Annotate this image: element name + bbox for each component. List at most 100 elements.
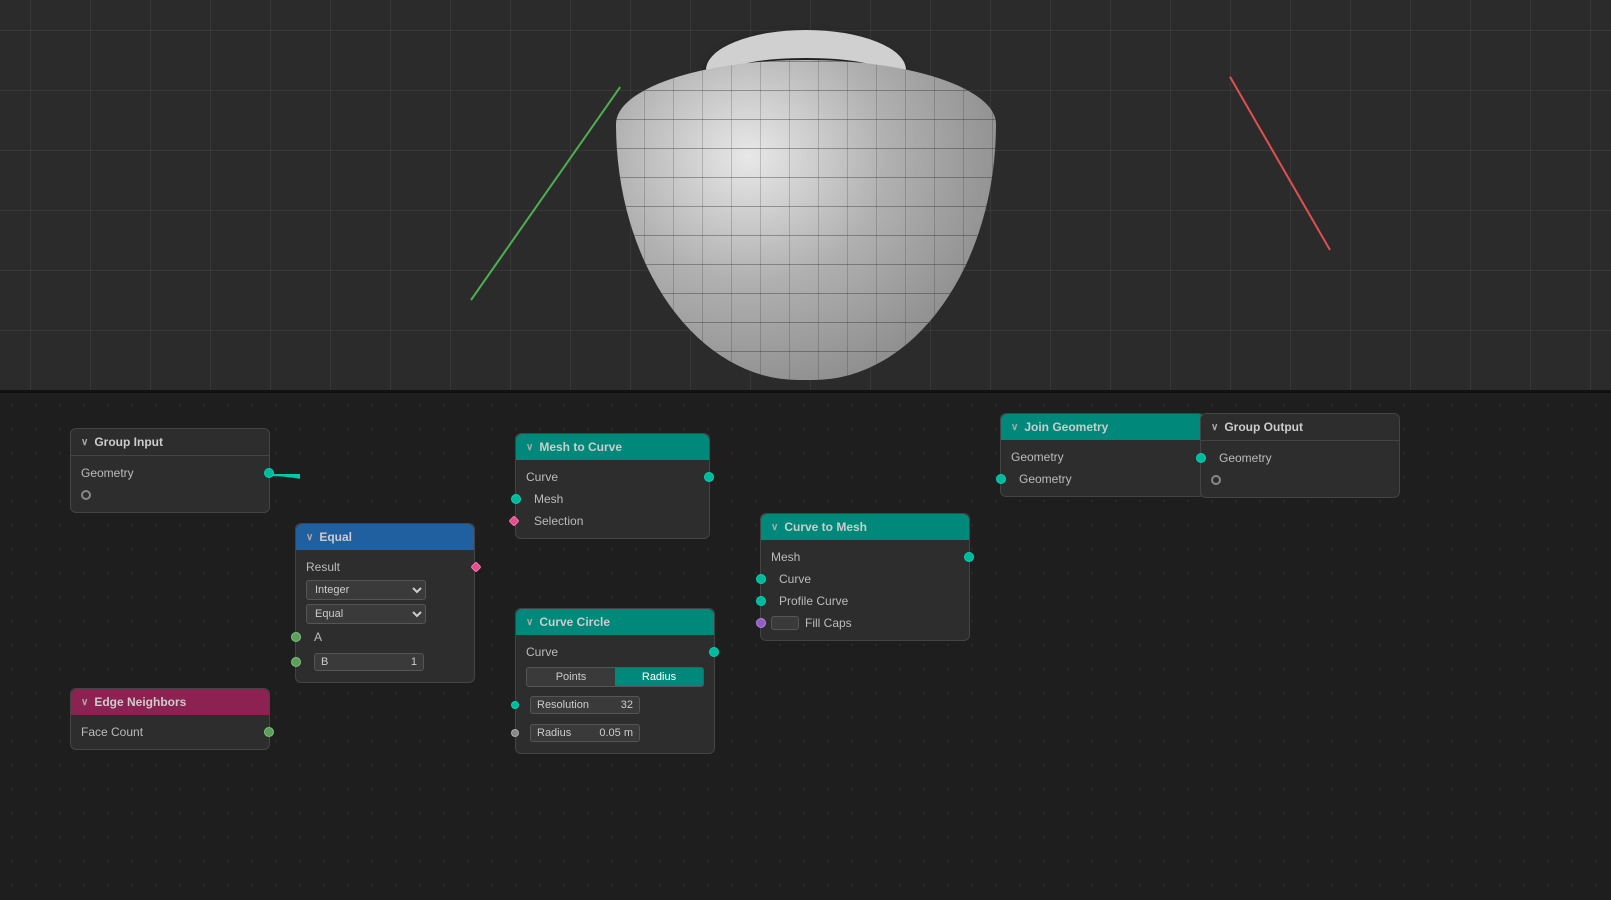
equal-result-row: Result — [296, 556, 474, 578]
ctm-mesh-label: Mesh — [771, 550, 959, 564]
go-geometry-input: Geometry — [1201, 447, 1399, 469]
resolution-field[interactable]: Resolution 32 — [530, 696, 640, 714]
result-label: Result — [306, 560, 464, 574]
node-join-geometry: ∨ Join Geometry Geometry Geometry — [1000, 413, 1205, 497]
mesh-to-curve-header: ∨ Mesh to Curve — [516, 434, 709, 460]
group-input-header: ∨ Group Input — [71, 429, 269, 456]
bowl-mesh — [616, 60, 996, 380]
cc-curve-output: Curve — [516, 641, 714, 663]
ctm-curve-input-label: Curve — [771, 572, 959, 586]
radius-row: Radius 0.05 m — [516, 719, 714, 747]
curve-to-mesh-title: Curve to Mesh — [784, 520, 867, 534]
go-bottom-socket — [1211, 475, 1221, 485]
3d-object — [616, 20, 996, 380]
mesh-input-socket — [511, 494, 521, 504]
points-radius-toggle[interactable]: Points Radius — [526, 667, 704, 687]
curve-output-label: Curve — [526, 470, 699, 484]
group-input-body: Geometry — [71, 456, 269, 512]
go-geo-socket — [1196, 453, 1206, 463]
geometry-label: Geometry — [81, 466, 259, 480]
ctm-curve-input-socket — [756, 574, 766, 584]
node-editor[interactable]: ∨ Group Input Geometry ∨ Edge Neighbors … — [0, 393, 1611, 900]
face-count-row: Face Count — [71, 721, 269, 743]
mtc-mesh-input: Mesh — [516, 488, 709, 510]
ctm-curve-input: Curve — [761, 568, 969, 590]
curve-circle-title: Curve Circle — [539, 615, 610, 629]
node-group-output: ∨ Group Output Geometry — [1200, 413, 1400, 498]
group-input-title: Group Input — [94, 435, 163, 449]
face-count-label: Face Count — [81, 725, 259, 739]
b-value-field[interactable]: B 1 — [314, 653, 424, 671]
curve-to-mesh-body: Mesh Curve Profile Curve Fill Caps — [761, 540, 969, 640]
resolution-socket — [511, 701, 519, 709]
join-geometry-body: Geometry Geometry — [1001, 440, 1204, 496]
node-curve-to-mesh: ∨ Curve to Mesh Mesh Curve Profile Curve… — [760, 513, 970, 641]
mesh-input-label: Mesh — [526, 492, 699, 506]
curve-output-socket — [704, 472, 714, 482]
bottom-socket — [81, 490, 91, 500]
curve-circle-header: ∨ Curve Circle — [516, 609, 714, 635]
equal-b-row: B 1 — [296, 648, 474, 676]
mtc-curve-output: Curve — [516, 466, 709, 488]
group-output-body: Geometry — [1201, 441, 1399, 497]
curve-to-mesh-header: ∨ Curve to Mesh — [761, 514, 969, 540]
jg-geo-in-socket — [996, 474, 1006, 484]
chevron-icon-2: ∨ — [81, 697, 88, 708]
mtc-selection-input: Selection — [516, 510, 709, 532]
radius-field[interactable]: Radius 0.05 m — [530, 724, 640, 742]
jg-geometry-input: Geometry — [1001, 468, 1204, 490]
jg-geo-out-label: Geometry — [1011, 450, 1194, 464]
chevron-icon-7: ∨ — [1011, 422, 1018, 433]
ctm-mesh-socket — [964, 552, 974, 562]
group-input-bottom-row — [71, 484, 269, 506]
go-bottom-row — [1201, 469, 1399, 491]
jg-geometry-output: Geometry — [1001, 446, 1204, 468]
radius-label: Radius — [537, 727, 571, 739]
resolution-row: Resolution 32 — [516, 691, 714, 719]
ctm-profile-socket — [756, 596, 766, 606]
equal-title: Equal — [319, 530, 352, 544]
fill-caps-toggle[interactable] — [771, 616, 799, 630]
equal-header: ∨ Equal — [296, 524, 474, 550]
cc-curve-label: Curve — [526, 645, 704, 659]
ctm-profile-label: Profile Curve — [771, 594, 959, 608]
radius-button[interactable]: Radius — [615, 668, 703, 686]
chevron-icon-5: ∨ — [526, 617, 533, 628]
edge-neighbors-title: Edge Neighbors — [94, 695, 186, 709]
a-label: A — [306, 630, 464, 644]
ctm-mesh-output: Mesh — [761, 546, 969, 568]
resolution-value: 32 — [621, 699, 633, 711]
b-value: 1 — [411, 656, 417, 668]
cc-curve-socket — [709, 647, 719, 657]
b-input-socket — [291, 657, 301, 667]
viewport-3d[interactable] — [0, 0, 1611, 390]
equal-body: Result Integer Float Equal Not Equal A B… — [296, 550, 474, 682]
join-geometry-title: Join Geometry — [1024, 420, 1108, 434]
selection-input-socket — [508, 515, 519, 526]
points-button[interactable]: Points — [527, 668, 615, 686]
node-mesh-to-curve: ∨ Mesh to Curve Curve Mesh Selection — [515, 433, 710, 539]
edge-neighbors-body: Face Count — [71, 715, 269, 749]
type-select[interactable]: Integer Float — [306, 580, 426, 600]
ctm-fillcaps-input: Fill Caps — [761, 612, 969, 634]
compare-select[interactable]: Equal Not Equal — [306, 604, 426, 624]
node-edge-neighbors: ∨ Edge Neighbors Face Count — [70, 688, 270, 750]
chevron-icon-6: ∨ — [771, 522, 778, 533]
mesh-to-curve-body: Curve Mesh Selection — [516, 460, 709, 538]
a-input-socket — [291, 632, 301, 642]
fill-caps-label: Fill Caps — [805, 616, 852, 630]
face-count-socket — [264, 727, 274, 737]
radius-socket — [511, 729, 519, 737]
ctm-fillcaps-socket — [756, 618, 766, 628]
b-label: B — [321, 656, 328, 668]
chevron-icon-4: ∨ — [526, 442, 533, 453]
mesh-to-curve-title: Mesh to Curve — [539, 440, 622, 454]
resolution-label: Resolution — [537, 699, 589, 711]
curve-circle-body: Curve Points Radius Resolution 32 Radius… — [516, 635, 714, 753]
ctm-profile-input: Profile Curve — [761, 590, 969, 612]
result-socket — [470, 561, 481, 572]
radius-value: 0.05 m — [599, 727, 633, 739]
chevron-icon-8: ∨ — [1211, 422, 1218, 433]
node-curve-circle: ∨ Curve Circle Curve Points Radius Resol… — [515, 608, 715, 754]
go-geo-label: Geometry — [1211, 451, 1389, 465]
